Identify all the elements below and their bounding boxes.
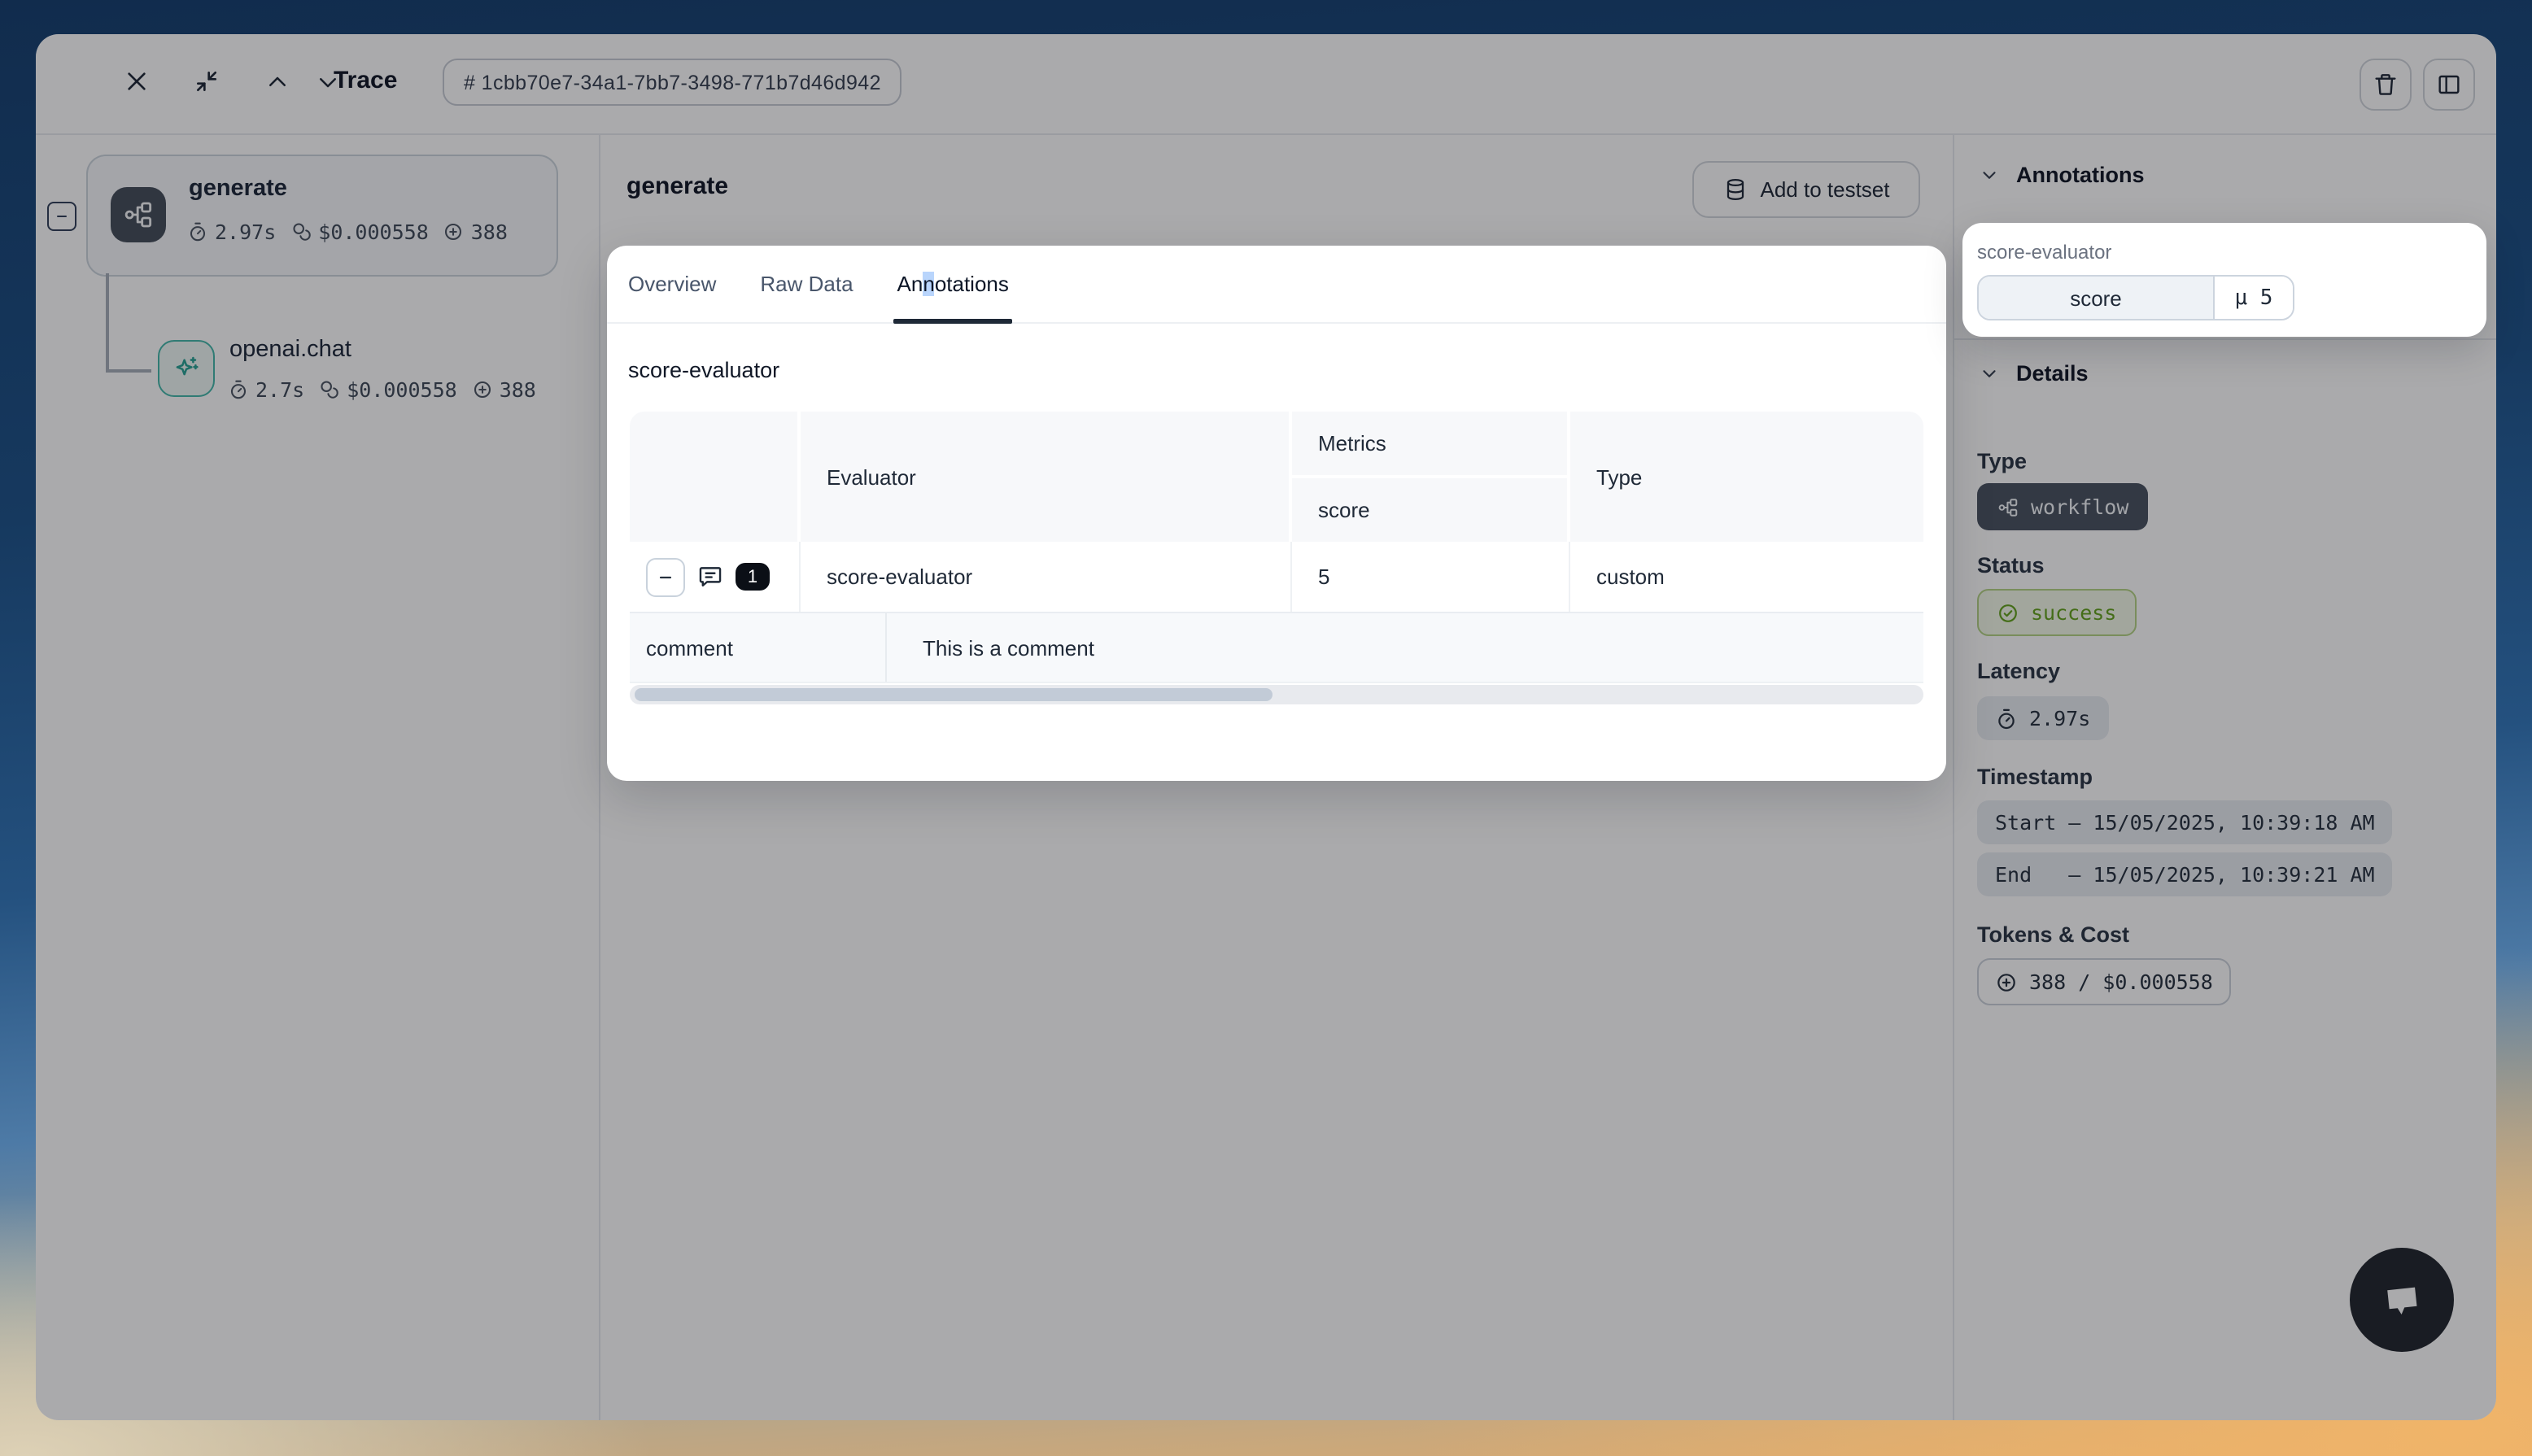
annotations-popup: Overview Raw Data Annotations score-eval… [607,246,1946,781]
table-row[interactable]: 1 score-evaluator 5 custom [630,542,1923,613]
evaluator-section-title: score-evaluator [628,358,779,382]
type-cell: custom [1570,542,1920,612]
table-header: Evaluator Metrics score Type [630,412,1923,542]
annotation-evaluator-name: score-evaluator [1977,241,2111,264]
header-cell-actions [630,412,801,542]
tab-bar: Overview Raw Data Annotations [607,246,1946,324]
comment-row: comment This is a comment [630,613,1923,683]
tab-overview[interactable]: Overview [628,246,716,322]
row-actions-cell: 1 [630,542,801,612]
metric-pill: score μ 5 [1977,275,2294,320]
screen: Trace # 1cbb70e7-34a1-7bb7-3498-771b7d46… [0,0,2532,1456]
metric-name-label: score [1292,475,1567,542]
header-cell-evaluator: Evaluator [801,412,1292,542]
header-cell-metrics: Metrics score [1292,412,1570,542]
horizontal-scrollbar[interactable] [630,685,1923,704]
comment-count-badge: 1 [736,563,770,591]
text-selection: n [923,272,934,296]
header-cell-type: Type [1570,412,1920,542]
horizontal-scrollbar-thumb[interactable] [635,688,1273,701]
metric-name: score [1979,277,2213,319]
collapse-row-button[interactable] [646,557,685,596]
tab-raw-data[interactable]: Raw Data [760,246,853,322]
comment-icon[interactable] [696,563,724,591]
metric-mean-value: μ 5 [2213,277,2293,319]
annotation-summary-card[interactable]: score-evaluator score μ 5 [1962,223,2486,337]
tab-annotations[interactable]: Annotations [897,246,1009,322]
metrics-group-label: Metrics [1292,412,1567,475]
minus-icon [656,567,675,586]
annotations-table: Evaluator Metrics score Type 1 score-eva… [630,412,1923,704]
comment-key-cell: comment [630,613,887,682]
evaluator-cell: score-evaluator [801,542,1292,612]
comment-value-cell: This is a comment [887,613,1923,682]
score-cell: 5 [1292,542,1570,612]
